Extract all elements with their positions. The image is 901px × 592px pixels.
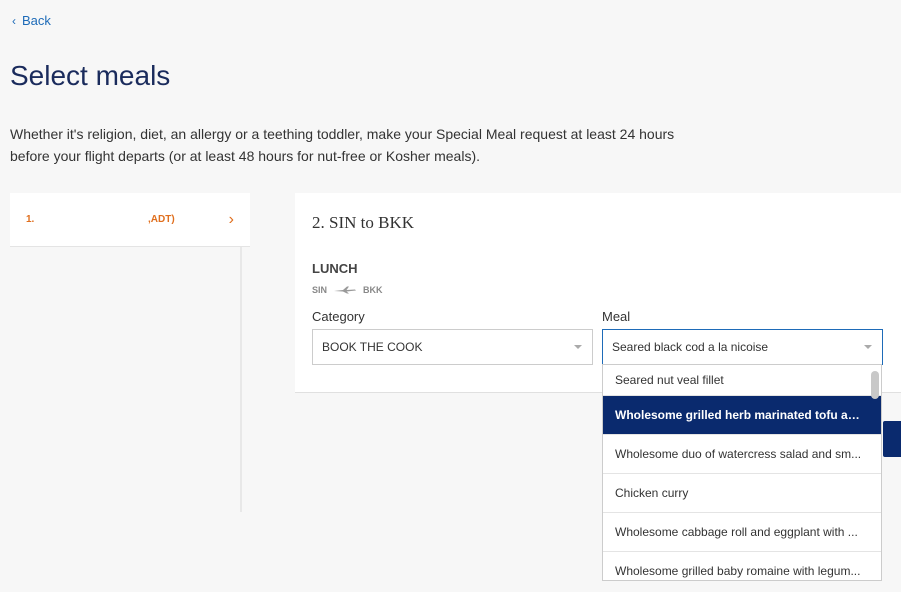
meal-type: LUNCH bbox=[312, 261, 358, 276]
destination-code: BKK bbox=[363, 285, 383, 295]
chevron-right-icon: › bbox=[228, 210, 234, 228]
passenger-card[interactable]: 1. ,ADT) › bbox=[10, 193, 250, 247]
dropdown-option-selected[interactable]: Wholesome grilled herb marinated tofu an… bbox=[603, 396, 881, 435]
dropdown-option[interactable]: Wholesome cabbage roll and eggplant with… bbox=[603, 513, 881, 552]
plane-icon bbox=[334, 286, 357, 294]
category-select[interactable]: BOOK THE COOK bbox=[312, 329, 593, 365]
continue-button[interactable] bbox=[883, 421, 901, 457]
origin-code: SIN bbox=[312, 285, 328, 295]
dropdown-option[interactable]: Seared nut veal fillet bbox=[603, 365, 881, 396]
route: SIN BKK bbox=[312, 285, 383, 295]
divider bbox=[240, 247, 242, 512]
dropdown-scrollbar[interactable] bbox=[871, 371, 879, 399]
meal-value: Seared black cod a la nicoise bbox=[612, 340, 769, 354]
passenger-type: ,ADT) bbox=[148, 214, 175, 225]
meal-dropdown-list[interactable]: Seared nut veal fillet Wholesome grilled… bbox=[602, 364, 882, 581]
caret-down-icon bbox=[864, 345, 872, 349]
back-link[interactable]: ‹ Back bbox=[12, 13, 51, 28]
caret-down-icon bbox=[574, 345, 582, 349]
meal-selection-card: 2. SIN to BKK LUNCH SIN BKK Category Mea… bbox=[295, 193, 901, 393]
dropdown-option[interactable]: Wholesome duo of watercress salad and sm… bbox=[603, 435, 881, 474]
intro-text: Whether it's religion, diet, an allergy … bbox=[10, 126, 675, 164]
chevron-left-icon: ‹ bbox=[12, 13, 16, 28]
category-value: BOOK THE COOK bbox=[322, 340, 423, 354]
meal-label: Meal bbox=[602, 309, 631, 324]
category-label: Category bbox=[312, 309, 365, 324]
meal-select[interactable]: Seared black cod a la nicoise bbox=[602, 329, 883, 365]
back-label: Back bbox=[22, 13, 51, 28]
sector-title: 2. SIN to BKK bbox=[312, 213, 415, 232]
dropdown-option[interactable]: Wholesome grilled baby romaine with legu… bbox=[603, 552, 881, 580]
passenger-number: 1. bbox=[26, 214, 35, 225]
dropdown-option[interactable]: Chicken curry bbox=[603, 474, 881, 513]
page-title: Select meals bbox=[10, 60, 171, 91]
